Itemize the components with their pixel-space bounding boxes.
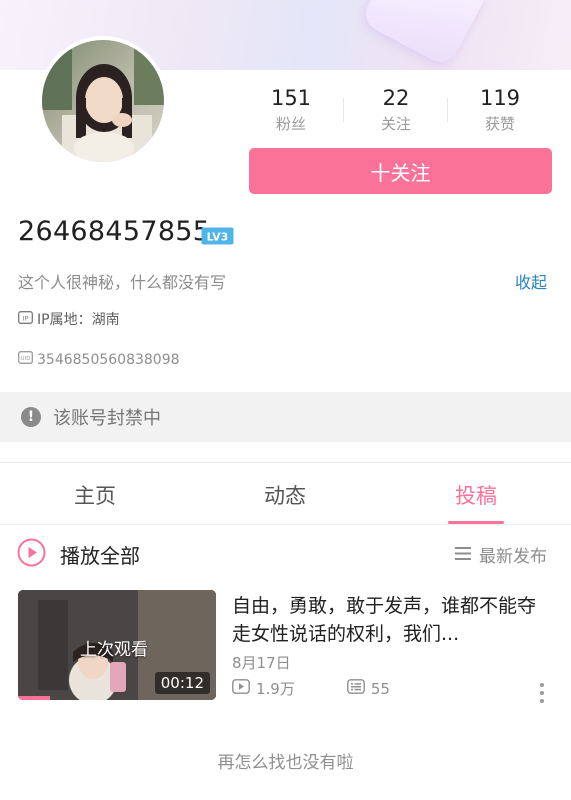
more-options-icon[interactable] [537,682,547,704]
play-all-icon[interactable] [17,538,46,567]
tab-home[interactable]: 主页 [55,480,135,510]
sort-label: 最新发布 [479,547,547,567]
video-date: 8月17日 [232,654,291,672]
likes-label: 获赞 [484,115,515,133]
video-thumbnail[interactable]: 上次观看 00:12 [18,590,216,700]
views-count: 1.9万 [256,680,295,698]
danmaku-icon [346,679,365,698]
views-stat: 1.9万 [232,678,295,699]
following-label: 关注 [380,115,411,133]
divider [0,462,571,463]
sort-button[interactable]: 最新发布 [455,542,547,567]
watch-progress-bar [18,696,50,700]
ip-icon: IP [18,310,33,328]
stat-divider [343,98,344,122]
comments-count: 55 [370,679,390,698]
stat-followers[interactable]: 151 粉丝 [241,86,341,133]
svg-text:IP: IP [23,314,29,322]
likes-count: 119 [479,86,521,110]
signature: 这个人很神秘，什么都没有写 [18,273,227,292]
banned-notice: ! 该账号封禁中 [0,392,571,442]
avatar[interactable] [38,36,168,166]
followers-count: 151 [270,86,312,110]
video-duration: 00:12 [154,672,210,694]
last-watched-label: 上次观看 [80,640,148,660]
play-count-icon [232,679,250,698]
collapse-link[interactable]: 收起 [515,269,547,293]
video-title[interactable]: 自由，勇敢，敢于发声，谁都不能夺走女性说话的权利，我们... [232,592,552,648]
level-badge-icon: LV3 [201,227,234,245]
uid-row[interactable]: UID 3546850560838098 [18,351,180,368]
banner-decoration [359,0,491,69]
sort-list-icon [455,545,471,565]
tab-dynamic[interactable]: 动态 [245,480,325,510]
followers-label: 粉丝 [275,115,306,133]
stat-following[interactable]: 22 关注 [346,86,446,133]
stat-likes[interactable]: 119 获赞 [450,86,550,133]
play-all-button[interactable]: 播放全部 [60,540,140,569]
tabs-divider [0,524,571,525]
username: 26468457855 [18,216,211,247]
warning-icon: ! [21,407,41,427]
ip-location-row: IP IP属地：湖南 [18,309,120,329]
end-of-list-text: 再怎么找也没有啦 [217,753,354,773]
tab-submissions[interactable]: 投稿 [436,480,516,510]
ip-location-text: IP属地：湖南 [37,312,120,328]
svg-text:UID: UID [21,356,31,362]
uid-icon: UID [18,351,33,368]
uid-text: 3546850560838098 [37,351,180,368]
video-meta: 1.9万 55 [232,678,390,699]
comments-stat: 55 [346,679,390,698]
following-count: 22 [382,86,410,110]
level-text: LV3 [207,231,229,244]
follow-button[interactable]: 十关注 [249,148,552,194]
banned-text: 该账号封禁中 [53,408,161,429]
stat-divider [447,98,448,122]
